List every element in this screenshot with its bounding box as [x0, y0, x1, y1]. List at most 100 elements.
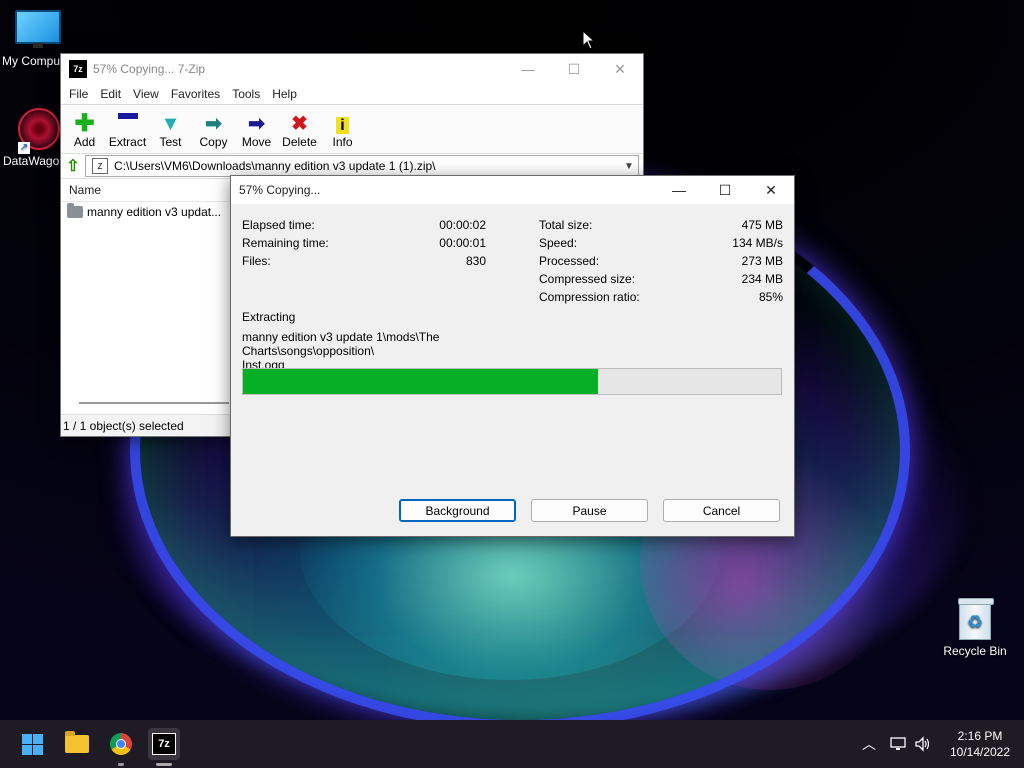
check-icon: ▼ [160, 113, 181, 135]
extract-label: Extract [108, 135, 147, 149]
windows-logo-icon [21, 733, 43, 755]
progress-bar-fill [243, 369, 599, 394]
stat-label: Processed: [539, 254, 600, 268]
add-button[interactable]: ✚ Add [63, 110, 106, 153]
main-titlebar[interactable]: 7z 57% Copying... 7-Zip — ☐ ✕ [61, 54, 643, 84]
shortcut-arrow-icon: ↗ [18, 142, 30, 154]
menu-file[interactable]: File [63, 87, 94, 101]
progress-dialog: 57% Copying... — ☐ ✕ Elapsed time: 00:00… [230, 175, 795, 537]
operation-label: Extracting [242, 310, 296, 324]
list-item-label: manny edition v3 updat... [87, 205, 222, 219]
minimize-button[interactable]: — [505, 54, 551, 84]
stat-label: Files: [242, 254, 271, 268]
background-button-label: Background [425, 503, 490, 518]
folder-icon [67, 203, 83, 218]
add-label: Add [73, 135, 96, 149]
recycle-bin-icon: ♻ [958, 598, 994, 640]
close-button[interactable]: ✕ [748, 176, 794, 204]
pause-button[interactable]: Pause [531, 499, 648, 522]
move-label: Move [241, 135, 272, 149]
chrome-icon [110, 733, 132, 755]
info-label: Info [332, 135, 353, 149]
monitor-icon [15, 10, 61, 48]
cancel-button[interactable]: Cancel [663, 499, 780, 522]
stat-value: 00:00:02 [439, 218, 486, 232]
menu-tools[interactable]: Tools [226, 87, 266, 101]
extract-button[interactable]: Extract [106, 104, 149, 153]
menu-view[interactable]: View [127, 87, 165, 101]
stat-elapsed-time: Elapsed time: 00:00:02 [242, 218, 486, 236]
stat-remaining-time: Remaining time: 00:00:01 [242, 236, 486, 254]
stat-label: Total size: [539, 218, 593, 232]
delete-button[interactable]: ✖ Delete [278, 113, 321, 153]
clock-time: 2:16 PM [957, 729, 1003, 743]
volume-icon[interactable] [914, 720, 932, 768]
close-button[interactable]: ✕ [597, 54, 643, 84]
stat-value: 00:00:01 [439, 236, 486, 250]
delete-label: Delete [282, 135, 317, 149]
stat-value: 85% [758, 290, 783, 304]
stat-label: Remaining time: [242, 236, 329, 250]
datawagon-icon: ↗ [9, 99, 69, 159]
address-path: C:\Users\VM6\Downloads\manny edition v3 … [114, 159, 436, 173]
dialog-title: 57% Copying... [239, 183, 321, 197]
stat-files: Files: 830 [242, 254, 486, 272]
dialog-titlebar[interactable]: 57% Copying... — ☐ ✕ [231, 176, 794, 204]
taskbar-file-explorer[interactable] [61, 728, 93, 760]
stat-compression-ratio: Compression ratio: 85% [539, 290, 783, 308]
delete-x-icon: ✖ [291, 113, 308, 135]
move-arrow-icon: ➡ [248, 113, 265, 135]
mouse-cursor-icon [582, 30, 596, 50]
stat-value: 273 MB [741, 254, 783, 268]
stat-value: 830 [465, 254, 486, 268]
taskbar-chrome[interactable] [105, 728, 137, 760]
progress-bar [242, 368, 782, 395]
move-button[interactable]: ➡ Move [235, 113, 278, 153]
cancel-button-label: Cancel [702, 503, 741, 518]
stat-label: Elapsed time: [242, 218, 315, 232]
stat-speed: Speed: 134 MB/s [539, 236, 783, 254]
current-file-path: manny edition v3 update 1\mods\The Chart… [242, 330, 572, 372]
current-path-line1: manny edition v3 update 1\mods\The Chart… [242, 330, 440, 358]
taskbar-7zip[interactable]: 7z [148, 728, 180, 760]
menu-favorites[interactable]: Favorites [165, 87, 226, 101]
minimize-button[interactable]: — [656, 176, 702, 204]
test-button[interactable]: ▼ Test [149, 113, 192, 153]
info-button[interactable]: i Info [321, 113, 364, 153]
copy-button[interactable]: ➡ Copy [192, 113, 235, 153]
pause-button-label: Pause [572, 503, 607, 518]
start-button[interactable] [16, 728, 48, 760]
desktop-icon-recycle-bin[interactable]: ♻ Recycle Bin [940, 598, 1010, 658]
horizontal-scrollbar[interactable] [79, 402, 229, 404]
archive-icon: Z [92, 158, 108, 174]
status-text: 1 / 1 object(s) selected [63, 418, 184, 433]
clock-date: 10/14/2022 [949, 745, 1011, 759]
desktop-icon-label: Recycle Bin [943, 644, 1007, 658]
7zip-app-icon: 7z [69, 60, 87, 78]
stat-value: 134 MB/s [732, 236, 783, 250]
stat-label: Compressed size: [539, 272, 636, 286]
plus-icon: ✚ [74, 110, 95, 137]
chevron-down-icon[interactable]: ▼ [620, 161, 638, 172]
7zip-icon: 7z [152, 733, 176, 755]
maximize-button[interactable]: ☐ [702, 176, 748, 204]
menu-help[interactable]: Help [266, 87, 303, 101]
copy-arrow-icon: ➡ [205, 113, 222, 135]
stat-value: 234 MB [741, 272, 783, 286]
copy-label: Copy [199, 135, 228, 149]
tray-chevron-up-icon[interactable]: ︿ [862, 720, 876, 768]
menu-edit[interactable]: Edit [94, 87, 127, 101]
stat-processed: Processed: 273 MB [539, 254, 783, 272]
stat-compressed-size: Compressed size: 234 MB [539, 272, 783, 290]
taskbar-clock[interactable]: 2:16 PM 10/14/2022 [940, 728, 1020, 760]
up-folder-icon[interactable]: ⇧ [61, 156, 85, 176]
info-icon: i [321, 113, 364, 135]
network-icon[interactable] [890, 720, 908, 768]
running-indicator [118, 763, 124, 766]
folder-icon [65, 731, 89, 753]
background-button[interactable]: Background [399, 499, 516, 522]
stat-label: Compression ratio: [539, 290, 640, 304]
stat-total-size: Total size: 475 MB [539, 218, 783, 236]
maximize-button[interactable]: ☐ [551, 54, 597, 84]
address-field[interactable]: Z C:\Users\VM6\Downloads\manny edition v… [85, 155, 639, 177]
